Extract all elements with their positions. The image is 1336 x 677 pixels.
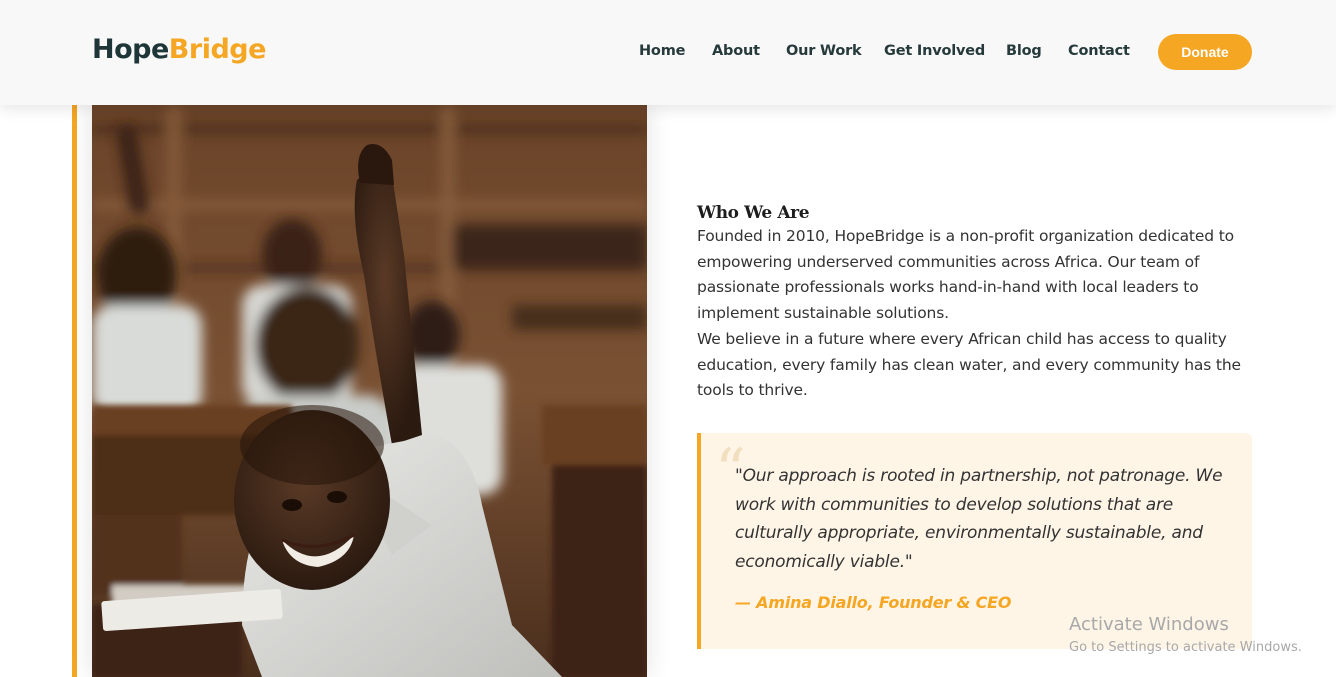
donate-button[interactable]: Donate <box>1158 34 1252 70</box>
nav-link-home[interactable]: Home <box>639 43 685 59</box>
about-paragraph-1: Founded in 2010, HopeBridge is a non-pro… <box>697 227 1234 322</box>
activate-windows-subtitle: Go to Settings to activate Windows. <box>1069 640 1302 655</box>
left-accent-bar <box>72 105 77 677</box>
hero-photo <box>92 105 647 677</box>
nav-link-contact[interactable]: Contact <box>1068 43 1130 59</box>
nav-link-get-involved[interactable]: Get Involved <box>884 43 985 59</box>
nav-link-blog[interactable]: Blog <box>1006 43 1042 59</box>
section-heading: Who We Are <box>697 203 810 223</box>
about-paragraph-2: We believe in a future where every Afric… <box>697 330 1241 400</box>
classroom-photo-illustration <box>92 105 647 677</box>
nav-link-our-work[interactable]: Our Work <box>786 43 862 59</box>
nav-link-about[interactable]: About <box>712 43 760 59</box>
quote-author: — Amina Diallo, Founder & CEO <box>735 593 1012 612</box>
site-header: HopeBridge Home About Our Work Get Invol… <box>0 0 1336 105</box>
activate-windows-title: Activate Windows <box>1069 614 1229 635</box>
quote-text: "Our approach is rooted in partnership, … <box>735 466 1223 572</box>
main-nav: Home About Our Work Get Involved Blog Co… <box>0 43 1336 63</box>
